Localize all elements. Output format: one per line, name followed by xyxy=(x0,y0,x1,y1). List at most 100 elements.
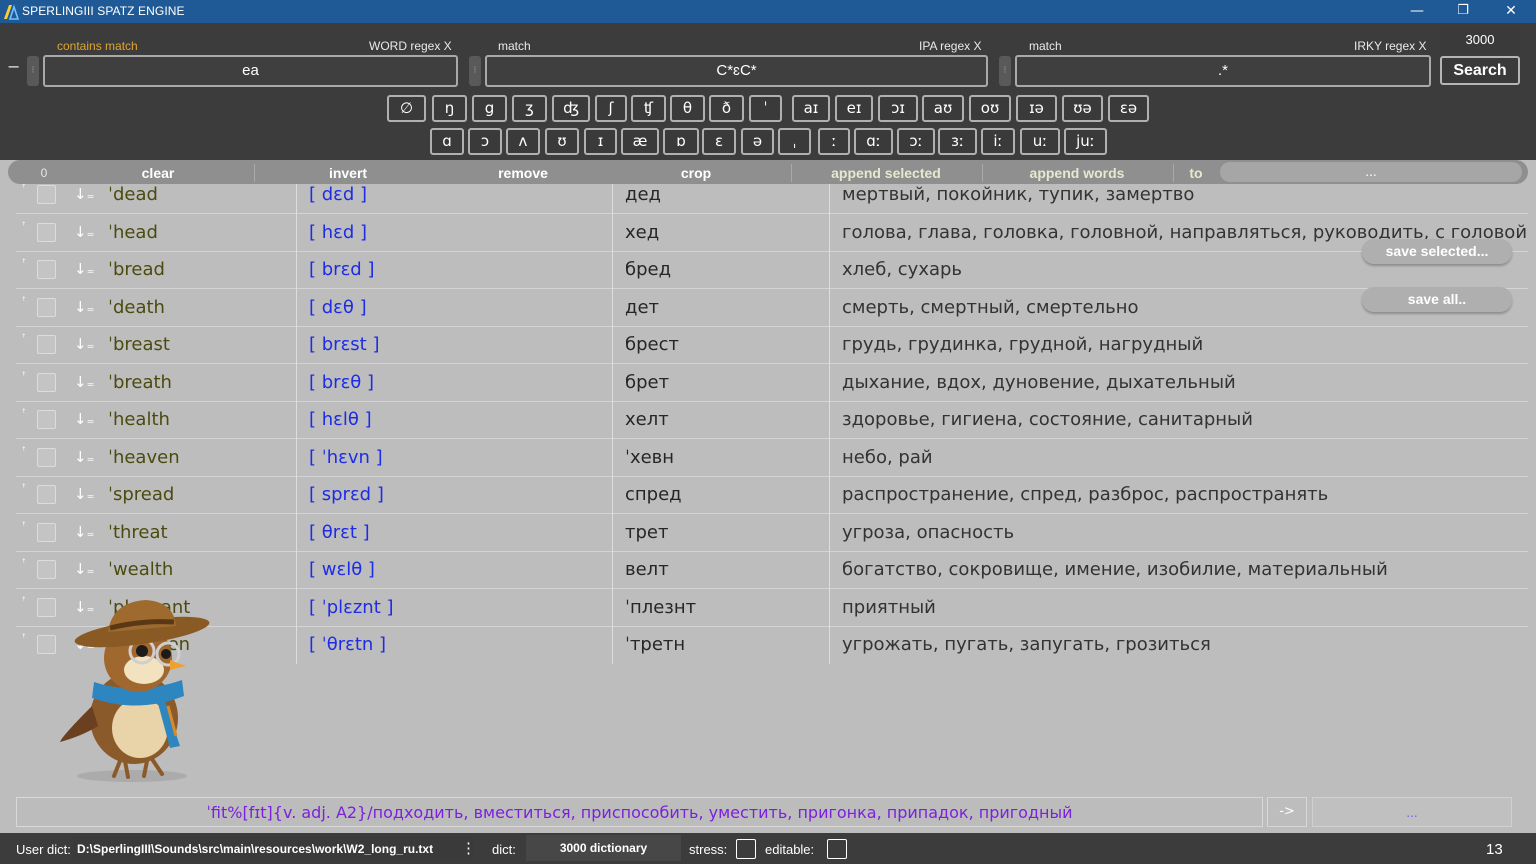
symbol-button[interactable]: ɒ xyxy=(663,128,699,155)
table-row[interactable]: ꜛ ↓₌ ˈspread [ sprɛd ] спред распростран… xyxy=(16,476,1528,514)
ipa-regex-label[interactable]: IPA regex X xyxy=(919,39,981,53)
symbol-button[interactable]: ʊə xyxy=(1062,95,1103,122)
symbol-button[interactable]: ʤ xyxy=(552,95,590,122)
drag-handle[interactable]: ⁝ xyxy=(469,56,481,86)
irky-regex-label[interactable]: IRKY regex X xyxy=(1354,39,1426,53)
append-target-input[interactable]: ... xyxy=(1220,162,1522,182)
symbol-button[interactable]: ˈ xyxy=(749,95,782,122)
symbol-button[interactable]: æ xyxy=(621,128,659,155)
sort-down-icon[interactable]: ↓₌ xyxy=(74,298,95,316)
editable-checkbox[interactable] xyxy=(827,839,847,859)
table-row[interactable]: ꜛ ↓₌ ˈbreast [ brɛst ] брест грудь, груд… xyxy=(16,326,1528,364)
table-row[interactable]: ꜛ ↓₌ ˈbreath [ brɛθ ] брет дыхание, вдох… xyxy=(16,364,1528,402)
sort-down-icon[interactable]: ↓₌ xyxy=(74,260,95,278)
symbol-button[interactable]: ∅ xyxy=(387,95,426,122)
append-words-button[interactable]: append words xyxy=(998,160,1156,184)
symbol-button[interactable]: oʊ xyxy=(969,95,1011,122)
collapse-button[interactable]: − xyxy=(7,57,20,76)
word-search-input[interactable]: ea xyxy=(43,55,458,87)
close-button[interactable]: ✕ xyxy=(1488,0,1534,23)
symbol-button[interactable]: ɔɪ xyxy=(878,95,918,122)
sort-down-icon[interactable]: ↓₌ xyxy=(74,335,95,353)
symbol-button[interactable]: ʊ xyxy=(545,128,579,155)
ipa-search-input[interactable]: C*ɛC* xyxy=(485,55,988,87)
row-checkbox[interactable] xyxy=(37,410,56,429)
invert-button[interactable]: invert xyxy=(278,160,418,184)
sort-down-icon[interactable]: ↓₌ xyxy=(74,523,95,541)
table-row[interactable]: ꜛ ↓₌ ˈbread [ brɛd ] бред хлеб, сухарь xyxy=(16,251,1528,289)
symbol-button[interactable]: iː xyxy=(981,128,1015,155)
symbol-button[interactable]: ʃ xyxy=(595,95,627,122)
entry-target-input[interactable]: ... xyxy=(1312,797,1512,827)
apply-entry-button[interactable]: -> xyxy=(1267,797,1307,827)
kebab-menu-icon[interactable]: ⋮ xyxy=(461,839,476,857)
table-row[interactable]: ꜛ ↓₌ ˈthreaten [ ˈθrɛtn ] ˈтретн угрожат… xyxy=(16,626,1528,664)
symbol-button[interactable]: ʌ xyxy=(506,128,540,155)
symbol-button[interactable]: ɪə xyxy=(1016,95,1057,122)
row-checkbox[interactable] xyxy=(37,223,56,242)
symbol-button[interactable]: ə xyxy=(741,128,774,155)
remove-button[interactable]: remove xyxy=(453,160,593,184)
append-selected-button[interactable]: append selected xyxy=(806,160,966,184)
symbol-button[interactable]: eɪ xyxy=(835,95,873,122)
row-checkbox[interactable] xyxy=(37,485,56,504)
row-checkbox[interactable] xyxy=(37,185,56,204)
minimize-button[interactable]: — xyxy=(1394,0,1440,23)
table-row[interactable]: ꜛ ↓₌ ˈheaven [ ˈhɛvn ] ˈхевн небо, рай xyxy=(16,439,1528,477)
symbol-button[interactable]: ˌ xyxy=(778,128,811,155)
row-checkbox[interactable] xyxy=(37,298,56,317)
sort-down-icon[interactable]: ↓₌ xyxy=(74,223,95,241)
ipa-match-mode-label[interactable]: match xyxy=(498,39,531,53)
sort-down-icon[interactable]: ↓₌ xyxy=(74,485,95,503)
symbol-button[interactable]: ʒ xyxy=(512,95,547,122)
table-row[interactable]: ꜛ ↓₌ ˈhead [ hɛd ] хед голова, глава, го… xyxy=(16,214,1528,252)
symbol-button[interactable]: ɑː xyxy=(854,128,893,155)
word-regex-label[interactable]: WORD regex X xyxy=(369,39,452,53)
symbol-button[interactable]: uː xyxy=(1020,128,1060,155)
crop-button[interactable]: crop xyxy=(626,160,766,184)
sort-down-icon[interactable]: ↓₌ xyxy=(74,410,95,428)
row-checkbox[interactable] xyxy=(37,260,56,279)
symbol-button[interactable]: g xyxy=(472,95,507,122)
sort-down-icon[interactable]: ↓₌ xyxy=(74,448,95,466)
row-checkbox[interactable] xyxy=(37,523,56,542)
sort-down-icon[interactable]: ↓₌ xyxy=(74,185,95,203)
drag-handle[interactable]: ⁝ xyxy=(27,56,39,86)
irky-match-mode-label[interactable]: match xyxy=(1029,39,1062,53)
user-dict-path-field[interactable]: D:\SperlingIII\Sounds\src\main\resources… xyxy=(73,837,473,861)
dictionary-select[interactable]: 3000 dictionary xyxy=(526,835,681,861)
table-row[interactable]: ꜛ ↓₌ ˈwealth [ wɛlθ ] велт богатство, со… xyxy=(16,551,1528,589)
table-row[interactable]: ꜛ ↓₌ ˈpleasant [ ˈplɛznt ] ˈплезнт прият… xyxy=(16,589,1528,627)
symbol-button[interactable]: ɪ xyxy=(584,128,617,155)
sort-down-icon[interactable]: ↓₌ xyxy=(74,560,95,578)
table-row[interactable]: ꜛ ↓₌ ˈhealth [ hɛlθ ] хелт здоровье, гиг… xyxy=(16,401,1528,439)
table-row[interactable]: ꜛ ↓₌ ˈdeath [ dɛθ ] дет смерть, смертный… xyxy=(16,289,1528,327)
symbol-button[interactable]: θ xyxy=(670,95,705,122)
sort-down-icon[interactable]: ↓₌ xyxy=(74,373,95,391)
restore-button[interactable]: ❐ xyxy=(1440,0,1486,23)
symbol-button[interactable]: ɛə xyxy=(1108,95,1149,122)
search-button[interactable]: Search xyxy=(1440,56,1520,85)
stress-checkbox[interactable] xyxy=(736,839,756,859)
row-checkbox[interactable] xyxy=(37,448,56,467)
save-selected-button[interactable]: save selected... xyxy=(1362,239,1512,264)
symbol-button[interactable]: aɪ xyxy=(792,95,830,122)
symbol-button[interactable]: ɑ xyxy=(430,128,464,155)
row-checkbox[interactable] xyxy=(37,373,56,392)
symbol-button[interactable]: ð xyxy=(709,95,744,122)
entry-edit-input[interactable]: ˈfit%[fɪt]{v. adj. A2}/подходить, вмести… xyxy=(16,797,1263,827)
symbol-button[interactable]: ɛ xyxy=(702,128,736,155)
drag-handle[interactable]: ⁝ xyxy=(999,56,1011,86)
table-row[interactable]: ꜛ ↓₌ ˈthreat [ θrɛt ] трет угроза, опасн… xyxy=(16,514,1528,552)
symbol-button[interactable]: ɜː xyxy=(938,128,977,155)
save-all-button[interactable]: save all.. xyxy=(1362,287,1512,312)
symbol-button[interactable]: juː xyxy=(1064,128,1107,155)
symbol-button[interactable]: ʧ xyxy=(631,95,666,122)
irky-search-input[interactable]: .* xyxy=(1015,55,1431,87)
symbol-button[interactable]: ɔː xyxy=(897,128,935,155)
row-checkbox[interactable] xyxy=(37,560,56,579)
result-limit-input[interactable]: 3000 xyxy=(1440,27,1520,52)
symbol-button[interactable]: ː xyxy=(818,128,850,155)
clear-button[interactable]: clear xyxy=(88,160,228,184)
symbol-button[interactable]: aʊ xyxy=(922,95,964,122)
